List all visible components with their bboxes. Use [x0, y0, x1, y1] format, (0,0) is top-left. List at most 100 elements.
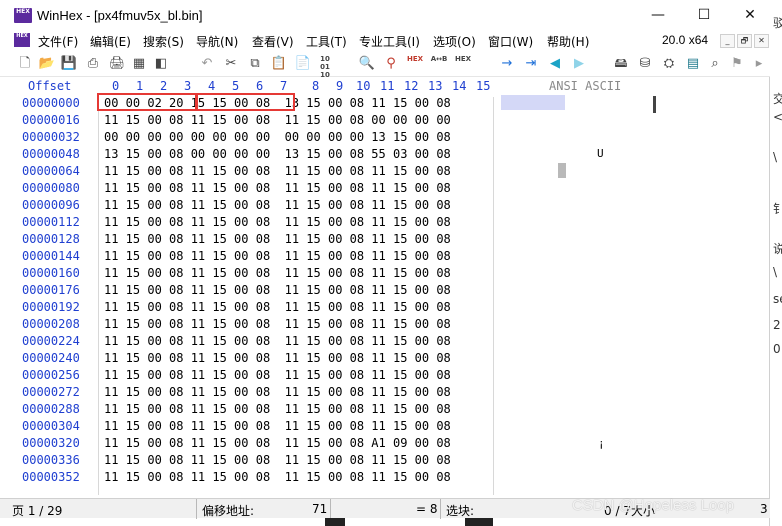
calculator-icon[interactable]: ▤ — [684, 55, 702, 73]
back-icon[interactable]: ◀ — [546, 55, 564, 73]
column-header: 4 — [208, 79, 216, 93]
csdn-watermark: CSDN @Hopeless Loop — [572, 497, 734, 514]
cut-icon[interactable]: ✂ — [222, 55, 240, 73]
taskbar-fragment — [465, 518, 493, 526]
save-icon[interactable]: 💾 — [60, 55, 78, 73]
menu-pro-tools[interactable]: 专业工具(I) — [359, 33, 420, 50]
case-icon[interactable]: ⛭ — [660, 55, 678, 73]
find-hex-icon[interactable]: ⚲ — [382, 55, 400, 73]
column-header: 14 — [452, 79, 467, 93]
menu-file[interactable]: 文件(F) — [38, 33, 78, 50]
menu-navigate[interactable]: 导航(N) — [196, 33, 238, 50]
hex-row-bytes[interactable]: 11 15 00 08 11 15 00 08 11 15 00 08 11 1… — [104, 402, 451, 416]
properties-icon[interactable]: 🖨 — [108, 55, 126, 73]
ansi-divider — [493, 97, 494, 495]
paste-write-icon[interactable]: 📄 — [294, 55, 312, 73]
offset-cell: 00000192 — [22, 300, 80, 314]
offset-cell: 00000208 — [22, 317, 80, 331]
replace-text-icon[interactable]: A↔B — [430, 55, 448, 73]
offset-cell: 00000176 — [22, 283, 80, 297]
ansi-selection — [501, 95, 565, 110]
value-display: = 8 — [416, 502, 438, 516]
column-header: 15 — [476, 79, 491, 93]
search-icon[interactable]: ⌕ — [706, 55, 724, 73]
copy-icon[interactable]: ⧉ — [246, 55, 264, 73]
hex-row-bytes[interactable]: 11 15 00 08 11 15 00 08 11 15 00 08 11 1… — [104, 164, 451, 178]
open-file-icon[interactable]: 📂 — [38, 55, 56, 73]
bg-text: se — [773, 292, 782, 306]
offset-cell: 00000256 — [22, 368, 80, 382]
goto-sector-icon[interactable]: ⇥ — [522, 55, 540, 73]
hex-row-bytes[interactable]: 11 15 00 08 11 15 00 08 11 15 00 08 11 1… — [104, 385, 451, 399]
offset-divider — [98, 97, 99, 495]
ram-icon[interactable]: ⛁ — [636, 55, 654, 73]
column-header: 10 — [356, 79, 371, 93]
menu-edit[interactable]: 编辑(E) — [90, 33, 131, 50]
hex-row-bytes[interactable]: 11 15 00 08 11 15 00 08 11 15 00 08 A1 0… — [104, 436, 451, 450]
hex-row-bytes[interactable]: 11 15 00 08 11 15 00 08 11 15 00 08 11 1… — [104, 419, 451, 433]
print-icon[interactable]: ⎙ — [84, 55, 102, 73]
column-header: 5 — [232, 79, 240, 93]
maximize-button[interactable]: ☐ — [684, 4, 724, 26]
replace-hex-icon[interactable]: HEX — [454, 55, 472, 73]
paste-icon[interactable]: 📋 — [270, 55, 288, 73]
menu-search[interactable]: 搜索(S) — [143, 33, 184, 50]
hex-row-bytes[interactable]: 11 15 00 08 11 15 00 08 11 15 00 08 11 1… — [104, 266, 451, 280]
undo-icon[interactable]: ↶ — [198, 55, 216, 73]
case-data-icon[interactable]: ▦ — [130, 55, 148, 73]
close-button[interactable]: ✕ — [730, 4, 770, 26]
menu-help[interactable]: 帮助(H) — [547, 33, 589, 50]
hex-row-bytes[interactable]: 00 00 00 00 00 00 00 00 00 00 00 00 13 1… — [104, 130, 451, 144]
offset-cell: 00000048 — [22, 147, 80, 161]
attributes-icon[interactable]: ◧ — [152, 55, 170, 73]
new-file-icon[interactable]: 🗋 — [16, 55, 34, 73]
ansi-scroll-indicator[interactable] — [653, 96, 656, 113]
find-icon[interactable]: 🔍 — [358, 55, 376, 73]
hex-row-bytes[interactable]: 11 15 00 08 11 15 00 08 11 15 00 08 11 1… — [104, 198, 451, 212]
hex-row-bytes[interactable]: 11 15 00 08 11 15 00 08 11 15 00 08 11 1… — [104, 181, 451, 195]
hex-row-bytes[interactable]: 13 15 00 08 00 00 00 00 13 15 00 08 55 0… — [104, 147, 451, 161]
hex-row-bytes[interactable]: 11 15 00 08 11 15 00 08 11 15 00 08 00 0… — [104, 113, 451, 127]
hex-row-bytes[interactable]: 11 15 00 08 11 15 00 08 11 15 00 08 11 1… — [104, 283, 451, 297]
hex-row-bytes[interactable]: 11 15 00 08 11 15 00 08 11 15 00 08 11 1… — [104, 351, 451, 365]
window-title: WinHex - [px4fmuv5x_bl.bin] — [37, 8, 203, 23]
minimize-button[interactable]: — — [638, 4, 678, 26]
mdi-close-button[interactable]: ✕ — [754, 34, 769, 48]
menu-window[interactable]: 窗口(W) — [488, 33, 533, 50]
find-hex-label-icon[interactable]: HEX — [406, 55, 424, 73]
binary-convert-icon[interactable]: 10 01 10 — [316, 55, 334, 79]
hex-row-bytes[interactable]: 11 15 00 08 11 15 00 08 11 15 00 08 11 1… — [104, 300, 451, 314]
offset-label: 偏移地址: — [202, 504, 255, 518]
menu-tools[interactable]: 工具(T) — [306, 33, 347, 50]
flag-icon[interactable]: ▸ — [750, 55, 768, 73]
highlight-box-second — [196, 93, 295, 111]
bookmark-icon[interactable]: ⚑ — [728, 55, 746, 73]
forward-icon[interactable]: ▶ — [570, 55, 588, 73]
mdi-restore-button[interactable]: 🗗 — [737, 34, 752, 48]
menu-bar: HEX 文件(F) 编辑(E) 搜索(S) 导航(N) 查看(V) 工具(T) … — [0, 31, 770, 51]
hex-editor-area[interactable]: Offset 0 1 2 3 4 5 6 7 8 9 10 11 12 13 14 15 ANSI ASCII… — [0, 77, 770, 497]
column-header: 6 — [256, 79, 264, 93]
hex-row-bytes[interactable]: 11 15 00 08 11 15 00 08 11 15 00 08 11 1… — [104, 232, 451, 246]
bg-text: 驳 — [773, 16, 782, 30]
mdi-minimize-button[interactable]: _ — [720, 34, 735, 48]
hex-row-bytes[interactable]: 11 15 00 08 11 15 00 08 11 15 00 08 11 1… — [104, 368, 451, 382]
hex-row-bytes[interactable]: 11 15 00 08 11 15 00 08 11 15 00 08 11 1… — [104, 215, 451, 229]
offset-cell: 00000016 — [22, 113, 80, 127]
goto-offset-icon[interactable]: → — [498, 55, 516, 73]
offset-value: 71 — [312, 502, 328, 516]
column-header: 8 — [312, 79, 320, 93]
page-indicator: 页 1 / 29 — [12, 504, 63, 518]
menu-view[interactable]: 查看(V) — [252, 33, 294, 50]
winhex-logo-icon: HEX — [14, 8, 32, 23]
toolbar: 🗋 📂 💾 ⎙ 🖨 ▦ ◧ ↶ ✂ ⧉ 📋 📄 10 01 10 🔍 ⚲ HEX… — [0, 51, 770, 79]
hex-row-bytes[interactable]: 11 15 00 08 11 15 00 08 11 15 00 08 11 1… — [104, 453, 451, 467]
menu-options[interactable]: 选项(O) — [433, 33, 476, 50]
ansi-char: ¡ — [598, 437, 605, 450]
hex-row-bytes[interactable]: 11 15 00 08 11 15 00 08 11 15 00 08 11 1… — [104, 249, 451, 263]
document-logo-icon[interactable]: HEX — [14, 33, 30, 47]
hex-row-bytes[interactable]: 11 15 00 08 11 15 00 08 11 15 00 08 11 1… — [104, 334, 451, 348]
disk-icon[interactable]: 🖴 — [612, 55, 630, 73]
hex-row-bytes[interactable]: 11 15 00 08 11 15 00 08 11 15 00 08 11 1… — [104, 317, 451, 331]
hex-row-bytes[interactable]: 11 15 00 08 11 15 00 08 11 15 00 08 11 1… — [104, 470, 451, 484]
